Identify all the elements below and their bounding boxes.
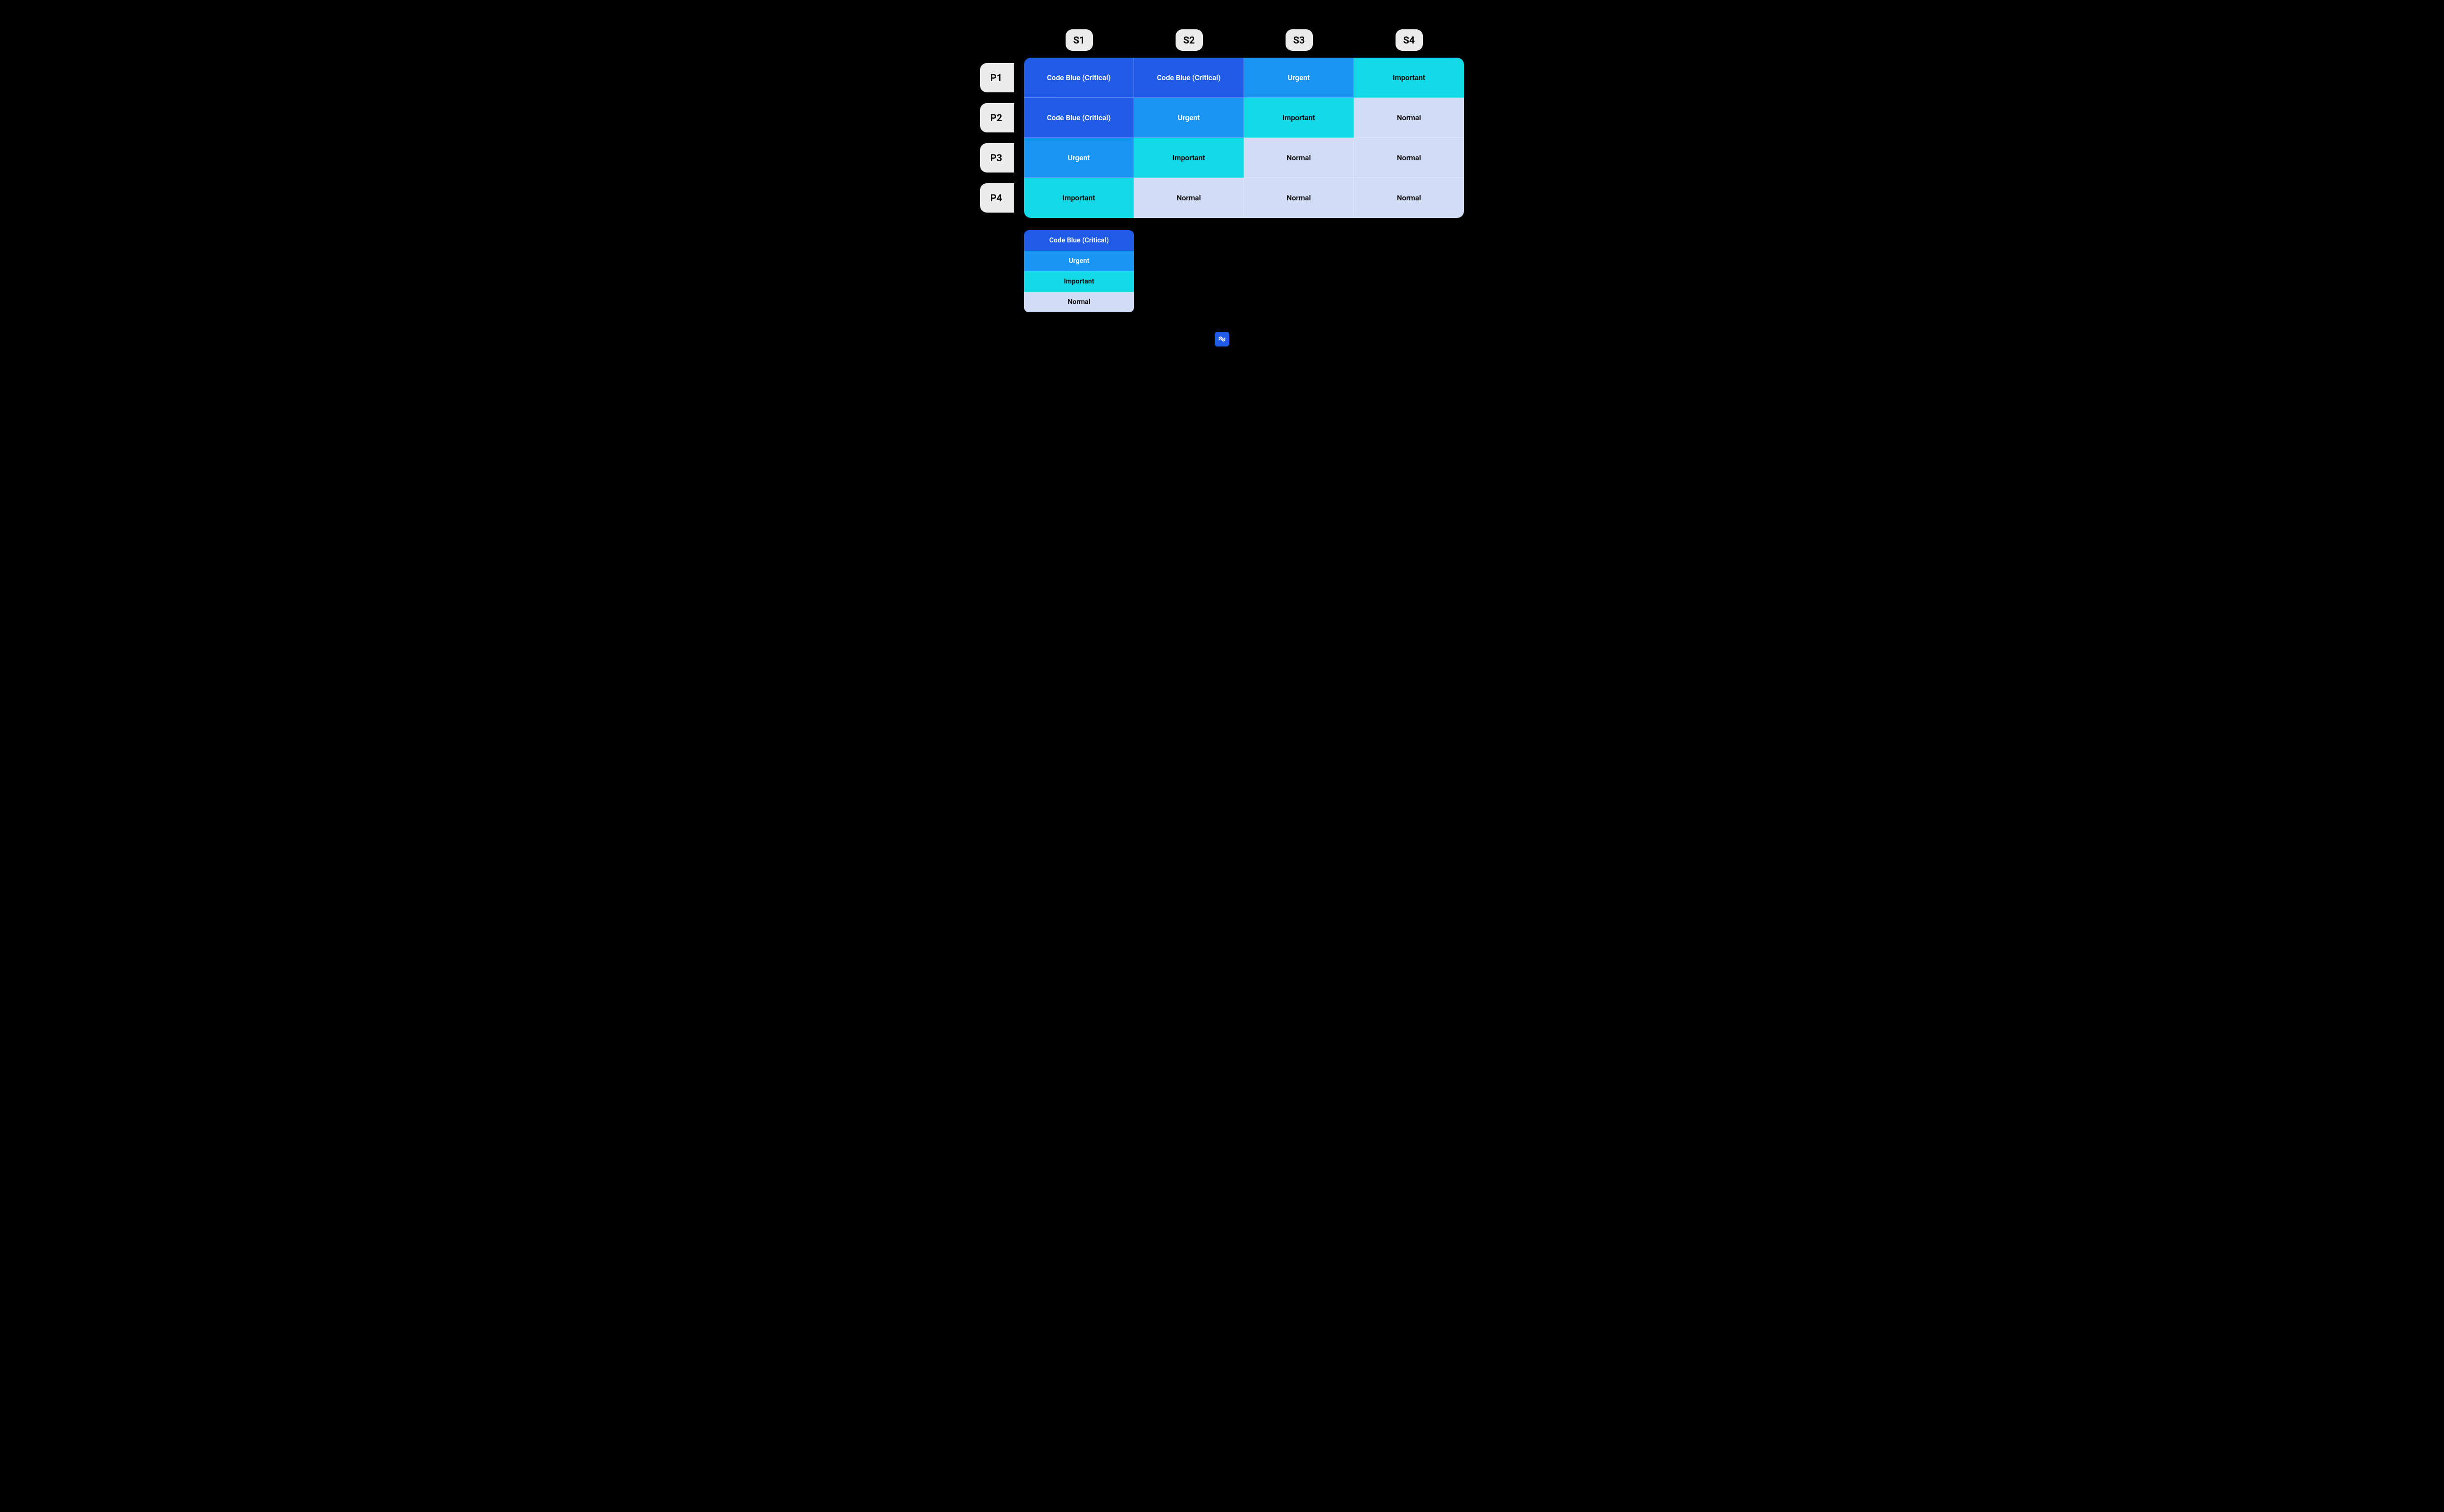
cell-p1-s2: Code Blue (Critical) <box>1134 58 1244 98</box>
cell-p1-s1: Code Blue (Critical) <box>1024 58 1134 98</box>
cell-p1-s4: Important <box>1354 58 1464 98</box>
row-header-p3: P3 <box>980 143 1014 173</box>
cell-p4-s4: Normal <box>1354 178 1464 218</box>
row-header-p1: P1 <box>980 63 1014 92</box>
cell-p2-s3: Important <box>1244 98 1354 138</box>
cell-p3-s2: Important <box>1134 138 1244 178</box>
legend: Code Blue (Critical) Urgent Important No… <box>1024 230 1134 312</box>
row-header-p2: P2 <box>980 103 1014 132</box>
column-headers: S1 S2 S3 S4 <box>1024 29 1464 51</box>
cell-p3-s3: Normal <box>1244 138 1354 178</box>
cell-p3-s1: Urgent <box>1024 138 1134 178</box>
col-header-s4: S4 <box>1396 29 1423 51</box>
legend-urgent: Urgent <box>1024 251 1134 271</box>
col-header-s1: S1 <box>1066 29 1093 51</box>
cell-p1-s3: Urgent <box>1244 58 1354 98</box>
cell-p2-s1: Code Blue (Critical) <box>1024 98 1134 138</box>
cell-p3-s4: Normal <box>1354 138 1464 178</box>
matrix-row-1: Code Blue (Critical) Code Blue (Critical… <box>1024 58 1464 98</box>
legend-critical: Code Blue (Critical) <box>1024 230 1134 251</box>
legend-normal: Normal <box>1024 292 1134 312</box>
col-header-s3: S3 <box>1286 29 1313 51</box>
priority-severity-matrix: S1 S2 S3 S4 P1 P2 P3 P4 Code Blue (Criti… <box>980 29 1464 312</box>
matrix-row-2: Code Blue (Critical) Urgent Important No… <box>1024 98 1464 138</box>
cell-p4-s3: Normal <box>1244 178 1354 218</box>
brand-logo-icon <box>1215 332 1229 346</box>
cell-p4-s2: Normal <box>1134 178 1244 218</box>
legend-important: Important <box>1024 271 1134 292</box>
row-header-p4: P4 <box>980 183 1014 213</box>
cell-p2-s2: Urgent <box>1134 98 1244 138</box>
col-header-s2: S2 <box>1176 29 1203 51</box>
row-headers: P1 P2 P3 P4 <box>980 58 1024 218</box>
matrix-row-3: Urgent Important Normal Normal <box>1024 138 1464 178</box>
matrix-grid: Code Blue (Critical) Code Blue (Critical… <box>1024 58 1464 218</box>
cell-p4-s1: Important <box>1024 178 1134 218</box>
cell-p2-s4: Normal <box>1354 98 1464 138</box>
matrix-row-4: Important Normal Normal Normal <box>1024 178 1464 218</box>
